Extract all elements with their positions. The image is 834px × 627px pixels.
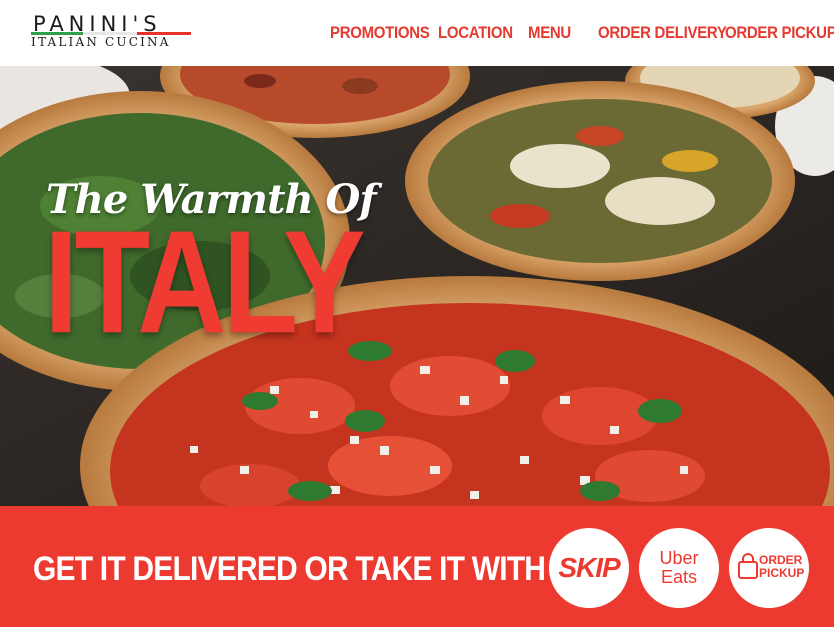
pickup-label-line2: PICKUP <box>759 566 805 580</box>
uber-eats-button[interactable]: Uber Eats <box>639 528 719 608</box>
nav-order-pickup[interactable]: ORDER PICKUP <box>725 21 834 46</box>
uber-label-line2: Eats <box>660 567 698 587</box>
nav-order-delivery[interactable]: ORDER DELIVERY <box>598 21 727 46</box>
uber-label-line1: Uber <box>659 548 699 568</box>
hero-headline: ITALY <box>44 201 366 365</box>
order-pickup-button[interactable]: ORDER PICKUP <box>729 528 809 608</box>
shopping-bag-icon <box>738 553 758 579</box>
skip-delivery-button[interactable]: SKIP <box>549 528 629 608</box>
main-nav: PROMOTIONS LOCATION MENU ORDER DELIVERY … <box>0 21 834 45</box>
site-header: PANINI'S ITALIAN CUCINA PROMOTIONS LOCAT… <box>0 0 834 66</box>
hero-banner: The Warmth Of ITALY <box>0 66 834 506</box>
skip-label: SKIP <box>558 552 620 583</box>
banner-text: GET IT DELIVERED OR TAKE IT WITH YOU <box>33 550 616 588</box>
nav-promotions[interactable]: PROMOTIONS <box>330 21 430 46</box>
nav-menu[interactable]: MENU <box>528 21 571 46</box>
order-banner: GET IT DELIVERED OR TAKE IT WITH YOU SKI… <box>0 506 834 627</box>
nav-location[interactable]: LOCATION <box>438 21 513 46</box>
